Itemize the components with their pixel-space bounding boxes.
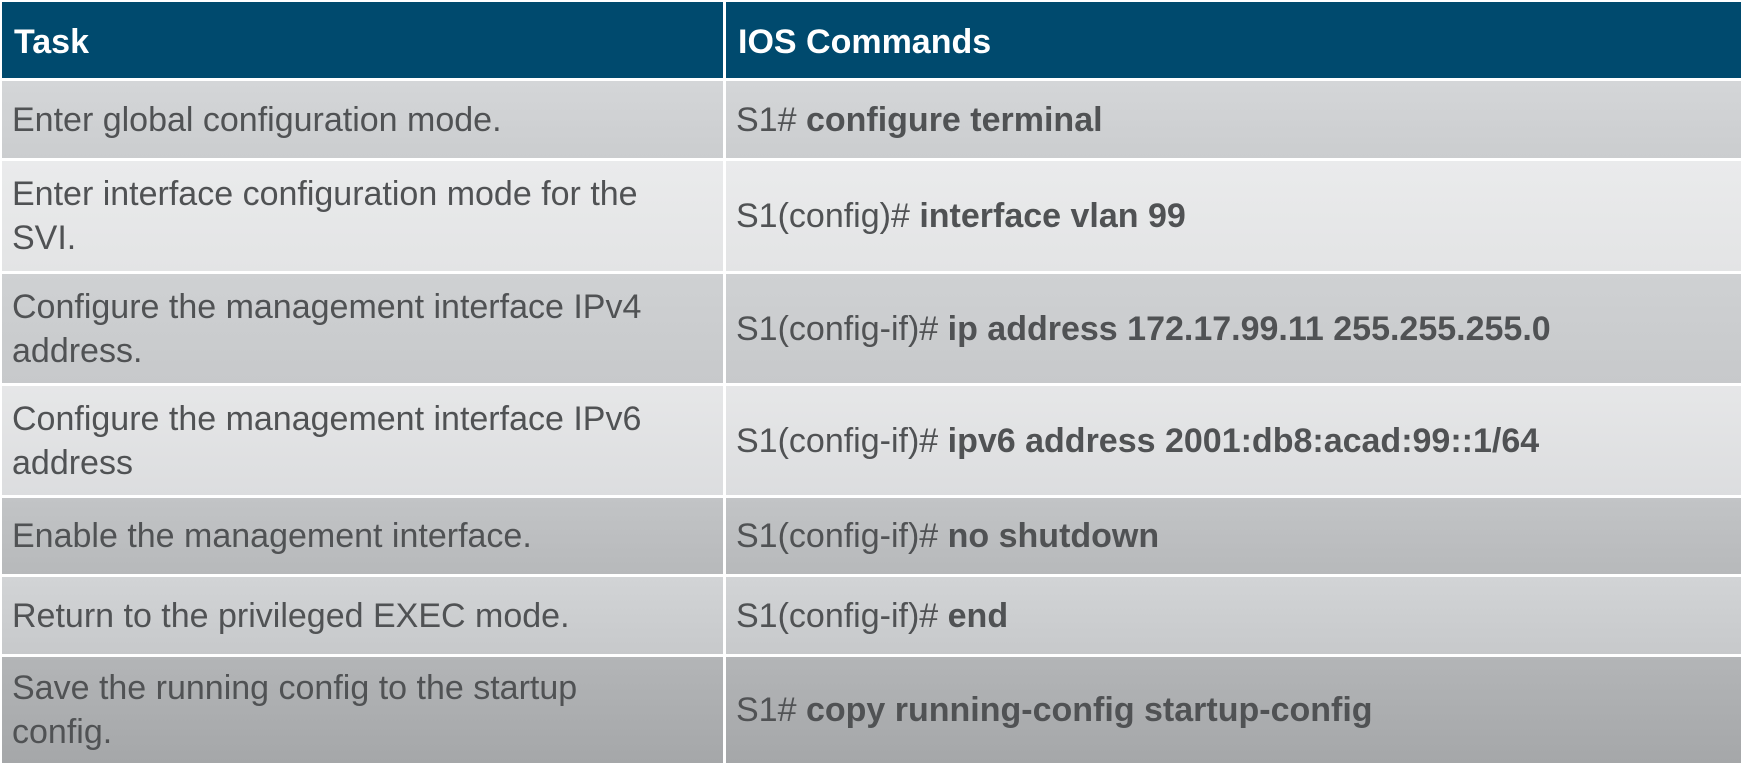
command-prompt: S1(config-if)# [736,517,948,555]
command-cell: S1(config-if)# ipv6 address 2001:db8:aca… [726,386,1741,495]
command-prompt: S1# [736,691,806,729]
command-cell: S1(config-if)# end [726,577,1741,654]
command-cell: S1# configure terminal [726,81,1741,158]
task-text: Enable the management interface. [12,517,532,555]
command-keyword: no shutdown [947,517,1160,555]
task-text: Save the running config to the startup c… [12,669,578,751]
task-cell: Return to the privileged EXEC mode. [2,577,723,654]
command-keyword: configure terminal [805,100,1103,139]
command-keyword: end [947,596,1009,635]
command-cell: S1(config)# interface vlan 99 [726,161,1741,271]
task-text: Enter interface configuration mode for t… [12,175,638,257]
header-ios-commands: IOS Commands [726,2,1741,78]
command-keyword: ipv6 address 2001:db8:acad:99::1/64 [947,421,1540,460]
command-keyword: copy running-config startup-config [805,691,1373,729]
ios-commands-table: Task IOS Commands Enter global configura… [2,2,1741,763]
command-text: S1# configure terminal [736,98,1103,142]
command-keyword: interface vlan 99 [919,197,1186,235]
task-cell: Configure the management interface IPv6 … [2,386,723,495]
command-cell: S1(config-if)# no shutdown [726,498,1741,574]
task-text: Return to the privileged EXEC mode. [12,596,570,635]
task-text: Enter global configuration mode. [12,100,502,139]
command-text: S1(config-if)# no shutdown [736,514,1159,558]
command-text: S1(config-if)# ip address 172.17.99.11 2… [736,307,1551,351]
task-cell: Enable the management interface. [2,498,723,574]
task-cell: Enter global configuration mode. [2,81,723,158]
command-prompt: S1(config-if)# [736,309,948,348]
task-cell: Save the running config to the startup c… [2,657,723,763]
command-prompt: S1(config)# [736,197,920,235]
command-text: S1# copy running-config startup-config [736,688,1373,732]
command-cell: S1(config-if)# ip address 172.17.99.11 2… [726,274,1741,383]
command-prompt: S1(config-if)# [736,421,948,460]
task-cell: Configure the management interface IPv4 … [2,274,723,383]
command-text: S1(config-if)# end [736,594,1008,638]
command-keyword: ip address 172.17.99.11 255.255.255.0 [947,309,1551,348]
task-text: Configure the management interface IPv4 … [12,287,642,370]
task-text: Configure the management interface IPv6 … [12,399,642,482]
header-task: Task [2,2,723,78]
command-prompt: S1(config-if)# [736,596,948,635]
command-prompt: S1# [736,100,806,139]
command-cell: S1# copy running-config startup-config [726,657,1741,763]
command-text: S1(config)# interface vlan 99 [736,194,1186,238]
task-cell: Enter interface configuration mode for t… [2,161,723,271]
command-text: S1(config-if)# ipv6 address 2001:db8:aca… [736,419,1539,463]
